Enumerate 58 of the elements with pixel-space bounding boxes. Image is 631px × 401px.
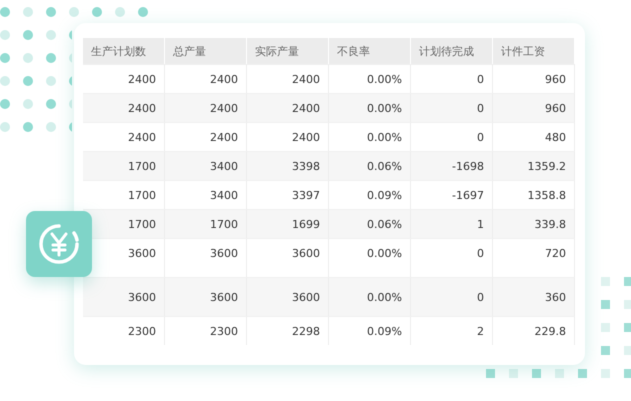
table-cell: 3600 (247, 277, 329, 316)
table-cell: 2400 (247, 122, 329, 151)
table-cell: 3400 (165, 180, 247, 209)
table-cell: 0.00% (329, 93, 411, 122)
table-cell: 339.8 (493, 209, 575, 238)
table-cell: 3600 (165, 238, 247, 277)
table-cell: 0 (411, 277, 493, 316)
table-cell: 2300 (83, 316, 165, 345)
table-cell: 2400 (165, 122, 247, 151)
table-cell: 2400 (165, 93, 247, 122)
table-cell: 0.00% (329, 277, 411, 316)
table-cell: 3400 (165, 151, 247, 180)
table-cell: -1697 (411, 180, 493, 209)
table-cell: 1699 (247, 209, 329, 238)
table-cell: 229.8 (493, 316, 575, 345)
table-cell: 3398 (247, 151, 329, 180)
table-cell: 0.00% (329, 238, 411, 277)
table-cell: 3397 (247, 180, 329, 209)
table-cell: 1359.2 (493, 151, 575, 180)
table-cell: 720 (493, 238, 575, 277)
table-cell: 0.09% (329, 316, 411, 345)
table-cell: 0.00% (329, 64, 411, 93)
table-cell: 3600 (165, 277, 247, 316)
table-cell: 2400 (83, 93, 165, 122)
table-cell: 0 (411, 122, 493, 151)
table-cell: 0 (411, 93, 493, 122)
table-cell: 0.09% (329, 180, 411, 209)
column-header: 计件工资 (493, 38, 575, 64)
table-cell: 1700 (83, 151, 165, 180)
column-header: 不良率 (329, 38, 411, 64)
table-cell: 2400 (83, 122, 165, 151)
table-cell: 2400 (247, 64, 329, 93)
table-cell: 2400 (247, 93, 329, 122)
table-cell: 2 (411, 316, 493, 345)
table-cell: 2400 (83, 64, 165, 93)
column-header: 实际产量 (247, 38, 329, 64)
column-header: 生产计划数 (83, 38, 165, 64)
table-cell: 3600 (247, 238, 329, 277)
table-cell: 960 (493, 93, 575, 122)
column-header: 总产量 (165, 38, 247, 64)
table-cell: 1358.8 (493, 180, 575, 209)
table-cell: 2400 (165, 64, 247, 93)
table-cell: 0.06% (329, 151, 411, 180)
table-cell: 0 (411, 64, 493, 93)
table-cell: 2298 (247, 316, 329, 345)
table-cell: 480 (493, 122, 575, 151)
table-cell: 1700 (83, 180, 165, 209)
table-cell: 960 (493, 64, 575, 93)
table-cell: 1700 (165, 209, 247, 238)
table-cell: 0.06% (329, 209, 411, 238)
table-cell: 2300 (165, 316, 247, 345)
table-cell: 360 (493, 277, 575, 316)
table-cell: 1 (411, 209, 493, 238)
table-cell: -1698 (411, 151, 493, 180)
table-cell: 0 (411, 238, 493, 277)
column-header: 计划待完成 (411, 38, 493, 64)
table-cell: 0.00% (329, 122, 411, 151)
table-cell: 3600 (83, 277, 165, 316)
